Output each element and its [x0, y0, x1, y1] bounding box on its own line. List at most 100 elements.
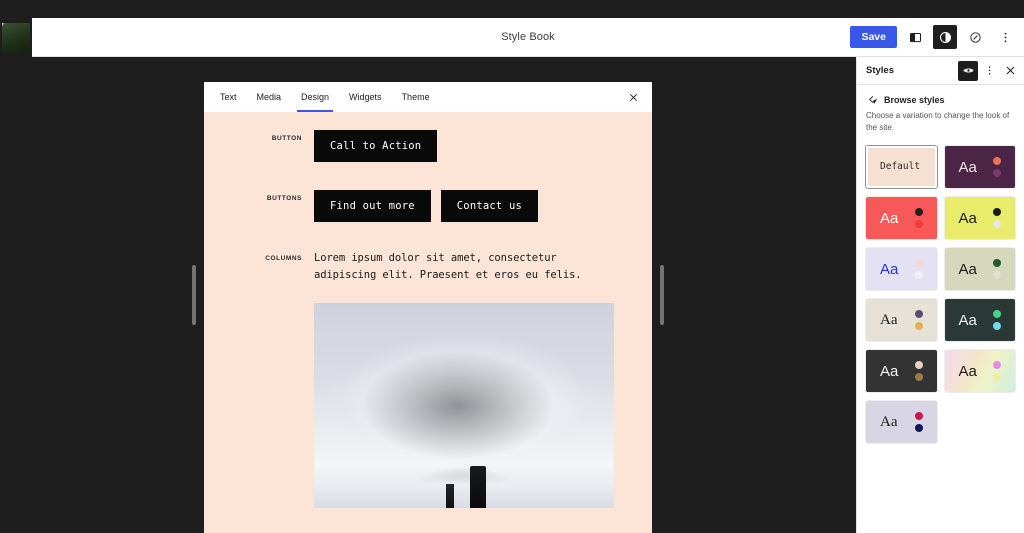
browse-styles-description: Choose a variation to change the look of…: [866, 111, 1010, 132]
circle-slash-icon[interactable]: [963, 25, 987, 49]
variation-color-dots: [914, 412, 923, 432]
style-variation-pastel[interactable]: Aa: [944, 350, 1015, 392]
photo-trunk-secondary: [446, 483, 454, 508]
style-variation-periwinkle[interactable]: Aa: [866, 401, 937, 443]
styles-kebab-icon[interactable]: [979, 61, 999, 81]
variation-label: Aa: [958, 158, 977, 176]
section-buttons: BUTTONS Find out more Contact us: [204, 190, 652, 222]
color-dot: [993, 220, 1001, 228]
find-out-more-button[interactable]: Find out more: [314, 190, 431, 222]
style-book-eye-icon[interactable]: [958, 60, 978, 81]
browse-styles-header: Browse styles: [857, 85, 1024, 108]
color-dot: [914, 271, 923, 279]
color-dot: [993, 208, 1001, 216]
close-style-book-icon[interactable]: [624, 88, 642, 106]
resize-handle-left[interactable]: [192, 265, 196, 325]
button-group: Find out more Contact us: [314, 190, 638, 222]
variation-color-dots: [914, 259, 923, 279]
style-variations-grid: Default Aa Aa Aa Aa Aa Aa Aa Aa Aa Aa: [857, 134, 1024, 452]
style-variation-lime[interactable]: Aa: [944, 197, 1015, 239]
tab-media[interactable]: Media: [247, 84, 292, 110]
top-toolbar-actions: Save: [850, 25, 1024, 49]
variation-color-dots: [914, 361, 923, 381]
styles-sidebar: Styles Browse styles Choose a variation …: [856, 57, 1024, 533]
options-kebab-icon[interactable]: [993, 25, 1017, 49]
variation-color-dots: [993, 259, 1001, 279]
color-dot: [993, 259, 1001, 267]
editor-canvas: Text Media Design Widgets Theme BUTTON C…: [0, 57, 856, 533]
style-variation-forest[interactable]: Aa: [944, 299, 1015, 341]
color-dot: [993, 373, 1001, 381]
section-content-button: Call to Action: [314, 130, 652, 162]
color-dot: [914, 424, 923, 432]
styles-contrast-icon[interactable]: [933, 25, 957, 49]
color-dot: [914, 361, 923, 369]
photo-trunk-main: [470, 465, 486, 508]
variation-color-dots: [914, 310, 923, 330]
color-dot: [993, 310, 1001, 318]
tab-theme[interactable]: Theme: [392, 84, 440, 110]
style-variation-purple[interactable]: Aa: [944, 146, 1015, 188]
back-chevron-icon[interactable]: [866, 94, 877, 105]
lorem-paragraph: Lorem ipsum dolor sit amet, consectetur …: [314, 252, 582, 282]
style-book-body: BUTTON Call to Action BUTTONS Find out m…: [204, 112, 652, 533]
save-button[interactable]: Save: [850, 25, 897, 49]
style-variation-cream[interactable]: Aa: [866, 299, 937, 341]
site-icon-button[interactable]: [0, 18, 32, 57]
style-variation-lavender[interactable]: Aa: [866, 248, 937, 290]
color-dot: [993, 322, 1001, 330]
variation-color-dots: [993, 157, 1001, 177]
variation-label: Aa: [958, 311, 977, 329]
color-dot: [914, 208, 923, 216]
color-dot: [914, 412, 923, 420]
styles-panel-title: Styles: [866, 65, 894, 76]
section-button: BUTTON Call to Action: [204, 130, 652, 162]
variation-color-dots: [993, 361, 1001, 381]
styles-panel-actions: [958, 60, 1020, 81]
color-dot: [993, 169, 1001, 177]
style-variation-coral[interactable]: Aa: [866, 197, 937, 239]
tab-design[interactable]: Design: [291, 84, 339, 112]
photo-ground: [314, 463, 614, 508]
color-dot: [914, 322, 923, 330]
snow-tree-photo: [314, 302, 614, 508]
styles-panel-header: Styles: [857, 57, 1024, 85]
section-content-buttons: Find out more Contact us: [314, 190, 652, 222]
close-styles-icon[interactable]: [1000, 61, 1020, 81]
variation-color-dots: [993, 208, 1001, 228]
site-icon: [2, 22, 30, 53]
section-columns: COLUMNS Lorem ipsum dolor sit amet, cons…: [204, 250, 652, 508]
variation-label: Aa: [880, 260, 899, 278]
editor-window: Style Book Save Text Media Design Widget…: [0, 0, 1024, 533]
resize-handle-right[interactable]: [660, 265, 664, 325]
color-dot: [914, 220, 923, 228]
call-to-action-button[interactable]: Call to Action: [314, 130, 438, 162]
sidebar-toggle-icon[interactable]: [903, 25, 927, 49]
style-variation-default[interactable]: Default: [866, 146, 937, 188]
variation-color-dots: [993, 310, 1001, 330]
style-book-frame: Text Media Design Widgets Theme BUTTON C…: [204, 82, 652, 533]
browse-styles-title: Browse styles: [884, 94, 945, 105]
color-dot: [914, 373, 923, 381]
section-label-columns: COLUMNS: [265, 255, 302, 262]
style-variation-sage[interactable]: Aa: [944, 248, 1015, 290]
variation-label: Aa: [880, 362, 899, 380]
color-dot: [993, 157, 1001, 165]
variation-label: Default: [880, 161, 921, 173]
variation-label: Aa: [958, 362, 977, 380]
variation-label: Aa: [958, 260, 977, 278]
top-toolbar: Style Book Save: [0, 18, 1024, 57]
section-content-columns: Lorem ipsum dolor sit amet, consectetur …: [314, 250, 652, 508]
color-dot: [993, 361, 1001, 369]
color-dot: [914, 310, 923, 318]
section-label-buttons: BUTTONS: [266, 195, 302, 202]
variation-label: Aa: [880, 209, 899, 227]
style-variation-charcoal[interactable]: Aa: [866, 350, 937, 392]
variation-label: Aa: [880, 311, 898, 328]
tab-text[interactable]: Text: [210, 84, 247, 110]
variation-color-dots: [914, 208, 923, 228]
tab-widgets[interactable]: Widgets: [339, 84, 392, 110]
contact-us-button[interactable]: Contact us: [440, 190, 538, 222]
variation-label: Aa: [958, 209, 977, 227]
section-label-button: BUTTON: [271, 135, 302, 142]
